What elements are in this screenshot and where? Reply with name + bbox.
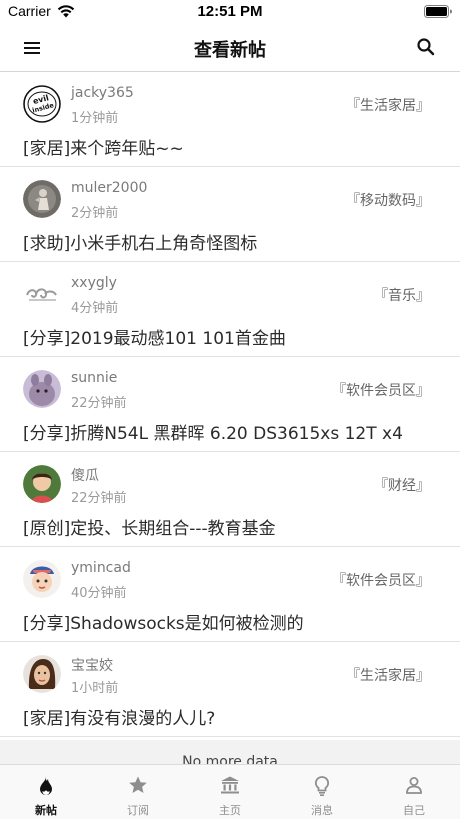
tab-label: 自己: [403, 804, 425, 817]
search-icon[interactable]: [416, 37, 436, 57]
avatar[interactable]: evil inside: [23, 85, 61, 123]
post-forum[interactable]: 『生活家居』: [346, 665, 430, 685]
post-username[interactable]: sunnie: [71, 370, 117, 386]
tab-label: 主页: [219, 804, 241, 817]
post-username[interactable]: ymincad: [71, 560, 131, 576]
person-icon: [406, 777, 422, 794]
post-item[interactable]: xxygly 4分钟前 『音乐』 [分享]2019最动感101 101首金曲: [0, 262, 460, 357]
nav-bar: 查看新帖: [0, 24, 460, 72]
post-username[interactable]: muler2000: [71, 180, 147, 196]
post-title[interactable]: [原创]定投、长期组合---教育基金: [23, 514, 276, 539]
post-time: 22分钟前: [71, 396, 127, 411]
post-title[interactable]: [分享]折腾N54L 黑群晖 6.20 DS3615xs 12T x4: [23, 419, 403, 444]
clock: 12:51 PM: [197, 3, 263, 20]
post-forum[interactable]: 『软件会员区』: [332, 380, 430, 400]
post-forum[interactable]: 『软件会员区』: [332, 570, 430, 590]
post-username[interactable]: 宝宝姣: [71, 655, 113, 675]
post-title[interactable]: [求助]小米手机右上角奇怪图标: [23, 229, 257, 254]
avatar[interactable]: [23, 560, 61, 598]
post-item[interactable]: muler2000 2分钟前 『移动数码』 [求助]小米手机右上角奇怪图标: [0, 167, 460, 262]
post-username[interactable]: xxygly: [71, 275, 117, 291]
tab-label: 新帖: [35, 804, 57, 817]
tab-bar: 新帖 订阅 主页 消息 自己: [0, 764, 460, 819]
no-more-label: No more data: [182, 754, 278, 764]
post-time: 22分钟前: [71, 491, 127, 506]
post-item[interactable]: evil inside jacky365 1分钟前 『生活家居』 [家居]来个跨…: [0, 72, 460, 167]
post-title[interactable]: [家居]有没有浪漫的人儿?: [23, 704, 215, 729]
post-forum[interactable]: 『财经』: [374, 475, 430, 495]
post-list: evil inside jacky365 1分钟前 『生活家居』 [家居]来个跨…: [0, 72, 460, 737]
post-title[interactable]: [分享]2019最动感101 101首金曲: [23, 324, 286, 349]
post-username[interactable]: jacky365: [71, 85, 134, 101]
post-title[interactable]: [家居]来个跨年贴~~: [23, 134, 184, 159]
post-forum[interactable]: 『生活家居』: [346, 95, 430, 115]
battery-icon: [424, 5, 452, 18]
post-item[interactable]: 傻瓜 22分钟前 『财经』 [原创]定投、长期组合---教育基金: [0, 452, 460, 547]
tab-profile[interactable]: 自己: [368, 765, 460, 819]
tab-home[interactable]: 主页: [184, 765, 276, 819]
tab-new-posts[interactable]: 新帖: [0, 765, 92, 819]
post-time: 1小时前: [71, 681, 119, 696]
post-item[interactable]: 宝宝姣 1小时前 『生活家居』 [家居]有没有浪漫的人儿?: [0, 642, 460, 737]
tab-label: 消息: [311, 804, 333, 817]
star-icon: [129, 776, 147, 793]
tab-label: 订阅: [127, 804, 149, 817]
post-time: 1分钟前: [71, 111, 119, 126]
building-icon: [221, 776, 239, 794]
avatar[interactable]: [23, 465, 61, 503]
post-title[interactable]: [分享]Shadowsocks是如何被检测的: [23, 609, 304, 634]
avatar[interactable]: [23, 180, 61, 218]
post-forum[interactable]: 『移动数码』: [346, 190, 430, 210]
post-item[interactable]: sunnie 22分钟前 『软件会员区』 [分享]折腾N54L 黑群晖 6.20…: [0, 357, 460, 452]
post-time: 40分钟前: [71, 586, 127, 601]
avatar[interactable]: [23, 655, 61, 693]
tab-subscriptions[interactable]: 订阅: [92, 765, 184, 819]
flame-icon: [40, 777, 52, 796]
post-time: 2分钟前: [71, 206, 119, 221]
post-username[interactable]: 傻瓜: [71, 465, 99, 485]
post-forum[interactable]: 『音乐』: [374, 285, 430, 305]
avatar[interactable]: [23, 275, 61, 313]
post-time: 4分钟前: [71, 301, 119, 316]
avatar[interactable]: [23, 370, 61, 408]
page-title: 查看新帖: [194, 40, 266, 61]
status-bar: Carrier 12:51 PM: [0, 0, 460, 24]
tab-messages[interactable]: 消息: [276, 765, 368, 819]
lightbulb-icon: [314, 776, 330, 796]
list-footer: No more data: [0, 740, 460, 764]
post-item[interactable]: ymincad 40分钟前 『软件会员区』 [分享]Shadowsocks是如何…: [0, 547, 460, 642]
